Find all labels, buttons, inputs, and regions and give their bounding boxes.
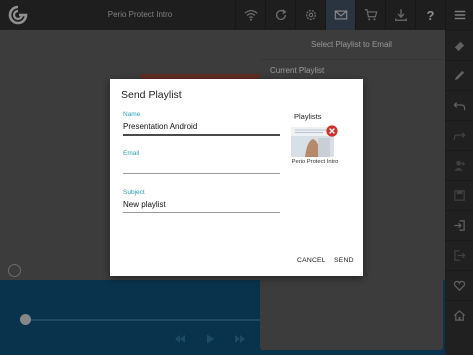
name-field-label: Name — [123, 111, 141, 118]
email-field-label: Email — [123, 150, 140, 157]
name-field-value[interactable]: Presentation Android — [123, 121, 280, 133]
email-field[interactable]: Email — [123, 150, 280, 174]
subject-field[interactable]: Subject New playlist — [123, 189, 280, 213]
email-field-value[interactable] — [123, 160, 280, 172]
playlist-item[interactable]: Perio Protect Intro — [289, 124, 343, 165]
playlists-heading: Playlists — [294, 112, 322, 121]
subject-field-label: Subject — [123, 189, 145, 196]
cancel-button[interactable]: CANCEL — [297, 257, 326, 264]
send-button[interactable]: SEND — [334, 257, 354, 264]
remove-playlist-icon[interactable] — [326, 124, 338, 137]
name-field-underline — [123, 134, 280, 136]
dialog-title: Send Playlist — [121, 89, 182, 101]
name-field[interactable]: Name Presentation Android — [123, 111, 280, 136]
subject-field-underline — [123, 212, 280, 213]
playlist-item-label: Perio Protect Intro — [291, 159, 339, 165]
subject-field-value[interactable]: New playlist — [123, 199, 280, 211]
email-field-underline — [123, 173, 280, 174]
send-playlist-dialog: Send Playlist Name Presentation Android … — [110, 79, 363, 276]
